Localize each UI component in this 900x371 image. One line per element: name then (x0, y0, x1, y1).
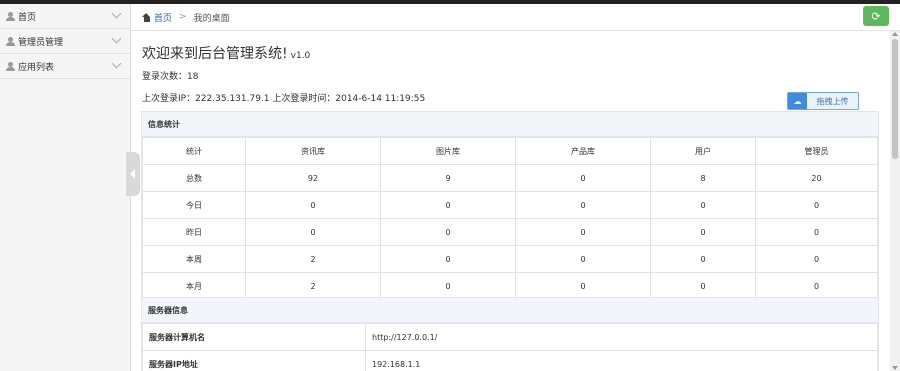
table-cell: 0 (650, 272, 756, 300)
table-cell: 服务器计算机名 (142, 323, 366, 351)
scrollbar[interactable] (890, 31, 900, 371)
stats-table: 统计 资讯库 图片库 产品库 用户 管理员 总数 92 9 0 8 20 今日 … (142, 137, 878, 300)
scrollbar-thumb[interactable] (892, 39, 898, 159)
table-cell: 昨日 (142, 218, 246, 246)
table-cell: 20 (755, 164, 878, 192)
column-header: 统计 (142, 137, 246, 165)
refresh-icon: ⟳ (871, 9, 881, 23)
cloud-icon: ☁ (788, 93, 807, 109)
table-cell: 0 (755, 218, 878, 246)
table-cell: 本周 (142, 245, 246, 273)
table-row: 本周 2 0 0 0 0 (142, 245, 878, 273)
table-row: 本月 2 0 0 0 0 (142, 272, 878, 300)
stats-heading: 信息统计 (142, 112, 878, 137)
table-cell: 0 (650, 191, 756, 219)
table-cell: 0 (380, 191, 516, 219)
table-cell: 0 (755, 272, 878, 300)
breadcrumb-current: 我的桌面 (193, 13, 230, 24)
table-cell: 0 (515, 272, 651, 300)
breadcrumb-separator: > (179, 12, 187, 22)
table-cell: 本月 (142, 272, 246, 300)
table-cell: 192.168.1.1 (365, 350, 878, 371)
table-cell: 92 (245, 164, 381, 192)
server-heading: 服务器信息 (142, 298, 878, 323)
table-cell: 8 (650, 164, 756, 192)
column-header: 产品库 (515, 137, 651, 165)
server-panel: 服务器信息 服务器计算机名 http://127.0.0.1/ 服务器IP地址 … (141, 297, 879, 371)
table-cell: 0 (755, 245, 878, 273)
table-cell: 今日 (142, 191, 246, 219)
server-table: 服务器计算机名 http://127.0.0.1/ 服务器IP地址 192.16… (142, 323, 878, 371)
table-cell: 0 (515, 245, 651, 273)
table-cell: 0 (515, 218, 651, 246)
upload-label: 拖拽上传 (816, 96, 849, 106)
chevron-down-icon (111, 8, 122, 19)
table-cell: 0 (515, 164, 651, 192)
table-cell: 0 (515, 191, 651, 219)
last-login-info: 上次登录IP：222.35.131.79.1 上次登录时间：2014-6-14 … (142, 94, 426, 104)
table-cell: 总数 (142, 164, 246, 192)
column-header: 资讯库 (245, 137, 381, 165)
column-header: 用户 (650, 137, 756, 165)
table-cell: 0 (755, 191, 878, 219)
sidebar-item-label: 应用列表 (18, 62, 55, 73)
user-icon (6, 61, 15, 71)
main-content: 欢迎来到后台管理系统! v1.0 登录次数：18 上次登录IP：222.35.13… (131, 31, 890, 371)
table-cell: 0 (380, 272, 516, 300)
refresh-button[interactable]: ⟳ (863, 6, 889, 26)
stats-panel: 信息统计 统计 资讯库 图片库 产品库 用户 管理员 总数 92 9 0 8 2… (141, 111, 879, 301)
version-label: v1.0 (290, 51, 311, 61)
table-cell: 2 (245, 245, 381, 273)
home-icon (142, 12, 151, 22)
sidebar: 首页 管理员管理 应用列表 (0, 4, 131, 371)
table-row: 今日 0 0 0 0 0 (142, 191, 878, 219)
column-header: 管理员 (755, 137, 878, 165)
user-icon (6, 11, 15, 21)
table-cell: 0 (380, 245, 516, 273)
table-row: 服务器计算机名 http://127.0.0.1/ (142, 323, 878, 351)
page-title: 欢迎来到后台管理系统! v1.0 (142, 43, 310, 63)
sidebar-item-home[interactable]: 首页 (0, 4, 130, 29)
table-row: 总数 92 9 0 8 20 (142, 164, 878, 192)
user-icon (6, 36, 15, 46)
sidebar-item-apps[interactable]: 应用列表 (0, 54, 130, 79)
table-cell: 9 (380, 164, 516, 192)
breadcrumb: 首页 > 我的桌面 ⟳ (131, 4, 900, 31)
scroll-up-icon[interactable] (892, 32, 898, 36)
sidebar-item-label: 首页 (18, 12, 37, 23)
drag-upload-button[interactable]: ☁ 拖拽上传 (787, 92, 859, 110)
table-cell: 2 (245, 272, 381, 300)
table-cell: 服务器IP地址 (142, 350, 366, 371)
welcome-title: 欢迎来到后台管理系统! (142, 46, 288, 62)
table-cell: 0 (380, 218, 516, 246)
sidebar-item-admin[interactable]: 管理员管理 (0, 29, 130, 54)
table-cell: 0 (245, 218, 381, 246)
login-count: 登录次数：18 (142, 72, 199, 82)
table-row: 昨日 0 0 0 0 0 (142, 218, 878, 246)
table-cell: http://127.0.0.1/ (365, 323, 878, 351)
table-cell: 0 (245, 191, 381, 219)
column-header: 图片库 (380, 137, 516, 165)
table-row: 服务器IP地址 192.168.1.1 (142, 350, 878, 371)
table-cell: 0 (650, 245, 756, 273)
scroll-down-icon[interactable] (892, 366, 898, 370)
table-cell: 0 (650, 218, 756, 246)
chevron-down-icon (111, 33, 122, 44)
breadcrumb-home-link[interactable]: 首页 (154, 11, 172, 24)
table-header-row: 统计 资讯库 图片库 产品库 用户 管理员 (142, 137, 878, 165)
sidebar-item-label: 管理员管理 (18, 37, 64, 48)
chevron-down-icon (111, 58, 122, 69)
